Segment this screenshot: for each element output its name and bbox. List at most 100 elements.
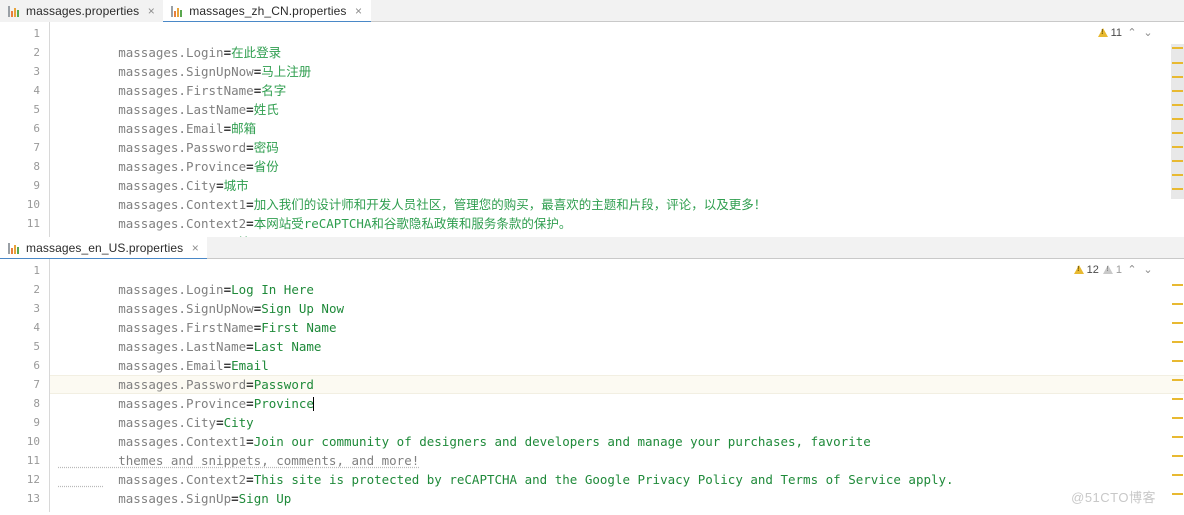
chevron-up-icon[interactable]: ⌃ bbox=[1126, 263, 1138, 276]
code-line[interactable]: massages.Login=Log In Here bbox=[58, 261, 314, 297]
code-line[interactable]: massages.FirstName=名字 bbox=[58, 62, 286, 98]
error-stripe-top[interactable] bbox=[1171, 22, 1184, 237]
code-line-current[interactable]: massages.Province=Province bbox=[58, 375, 314, 411]
line-number: 4 bbox=[33, 84, 40, 97]
warning-marker[interactable] bbox=[1172, 322, 1183, 324]
code-line[interactable]: massages.Email=邮箱 bbox=[58, 100, 256, 136]
code-line[interactable]: massages.SignUp=Sign Up bbox=[58, 470, 291, 506]
warning-marker[interactable] bbox=[1172, 160, 1183, 162]
warning-marker[interactable] bbox=[1172, 284, 1183, 286]
warning-marker[interactable] bbox=[1172, 118, 1183, 120]
code-line[interactable]: massages.Login=在此登录 bbox=[58, 24, 281, 60]
chevron-down-icon[interactable]: ⌄ bbox=[1142, 26, 1154, 39]
line-number: 5 bbox=[33, 340, 40, 353]
editor-pane-en-us[interactable]: 1 2 3 4 5 6 7 8 9 10 11 12 13 massages.L… bbox=[0, 259, 1184, 512]
line-number: 1 bbox=[33, 264, 40, 277]
warning-marker[interactable] bbox=[1172, 104, 1183, 106]
close-icon[interactable]: × bbox=[146, 5, 156, 17]
code-line[interactable]: massages.Email=Email bbox=[58, 337, 269, 373]
warning-marker[interactable] bbox=[1172, 303, 1183, 305]
code-line[interactable]: massages.LastName=Last Name bbox=[58, 318, 321, 354]
warning-count: 11 bbox=[1110, 26, 1122, 39]
code-line[interactable] bbox=[58, 489, 118, 508]
warning-marker[interactable] bbox=[1172, 455, 1183, 457]
error-stripe-bottom[interactable] bbox=[1171, 259, 1184, 512]
code-line[interactable]: massages.SignUpNow=Sign Up Now bbox=[58, 280, 344, 316]
warning-marker[interactable] bbox=[1172, 379, 1183, 381]
warning-marker[interactable] bbox=[1172, 341, 1183, 343]
warning-marker[interactable] bbox=[1172, 417, 1183, 419]
warning-marker[interactable] bbox=[1172, 436, 1183, 438]
code-line[interactable]: massages.SignUp=注册 bbox=[58, 214, 263, 237]
code-line[interactable]: massages.City=City bbox=[58, 394, 253, 430]
properties-file-icon bbox=[8, 242, 21, 255]
line-number: 3 bbox=[33, 302, 40, 315]
line-number-gutter-top: 1 2 3 4 5 6 7 8 9 10 11 bbox=[0, 22, 50, 237]
chevron-up-icon[interactable]: ⌃ bbox=[1126, 26, 1138, 39]
warning-marker[interactable] bbox=[1172, 174, 1183, 176]
code-line[interactable]: massages.Province=省份 bbox=[58, 138, 278, 174]
code-line[interactable]: massages.Context1=Join our community of … bbox=[58, 413, 871, 449]
code-line[interactable]: massages.Context2=本网站受reCAPTCHA和谷歌隐私政策和服… bbox=[58, 195, 571, 231]
code-line[interactable]: massages.Context2=This site is protected… bbox=[58, 451, 953, 487]
tab-label: massages.properties bbox=[26, 4, 140, 18]
property-value: 本网站受reCAPTCHA和谷歌隐私政策和服务条款的保护。 bbox=[253, 216, 572, 231]
property-value: 姓氏 bbox=[253, 102, 279, 117]
warning-group[interactable]: 12 bbox=[1073, 263, 1099, 276]
tab-label: massages_en_US.properties bbox=[26, 241, 184, 255]
warning-marker[interactable] bbox=[1172, 474, 1183, 476]
code-line[interactable]: massages.LastName=姓氏 bbox=[58, 81, 278, 117]
code-line[interactable]: massages.Context1=加入我们的设计师和开发人员社区，管理您的购买… bbox=[58, 176, 766, 212]
line-number: 2 bbox=[33, 46, 40, 59]
properties-file-icon bbox=[8, 5, 21, 18]
code-line[interactable]: massages.City=城市 bbox=[58, 157, 248, 193]
code-area-top[interactable]: massages.Login=在此登录 massages.SignUpNow=马… bbox=[51, 22, 1184, 237]
line-number: 3 bbox=[33, 65, 40, 78]
equals-sign: = bbox=[231, 491, 239, 506]
ide-editor-window: massages.properties × massages_zh_CN.pro… bbox=[0, 0, 1184, 515]
line-number: 8 bbox=[33, 160, 40, 173]
line-number: 13 bbox=[26, 492, 40, 505]
property-value: 省份 bbox=[253, 159, 279, 174]
code-line[interactable]: massages.Password=密码 bbox=[58, 119, 278, 155]
weak-warning-count: 1 bbox=[1115, 263, 1122, 276]
code-line[interactable]: massages.SignUpNow=马上注册 bbox=[58, 43, 311, 79]
line-number: 6 bbox=[33, 359, 40, 372]
property-key: massages.SignUp bbox=[118, 491, 232, 506]
warning-marker[interactable] bbox=[1172, 90, 1183, 92]
warning-marker[interactable] bbox=[1172, 146, 1183, 148]
warning-triangle-icon bbox=[1073, 265, 1084, 274]
line-number: 5 bbox=[33, 103, 40, 116]
inspection-widget-top: 11 ⌃ ⌄ bbox=[1097, 26, 1154, 39]
close-icon[interactable]: × bbox=[190, 242, 200, 254]
watermark: @51CTO博客 bbox=[1071, 490, 1156, 505]
tab-massages-properties[interactable]: massages.properties × bbox=[0, 0, 164, 22]
editor-pane-zh-cn[interactable]: 1 2 3 4 5 6 7 8 9 10 11 massages.Login=在… bbox=[0, 22, 1184, 237]
warning-marker[interactable] bbox=[1172, 47, 1183, 49]
tab-massages-zh-cn-properties[interactable]: massages_zh_CN.properties × bbox=[163, 0, 371, 23]
code-line[interactable]: massages.FirstName=First Name bbox=[58, 299, 336, 335]
warning-marker[interactable] bbox=[1172, 188, 1183, 190]
inspection-widget-bottom: 12 1 ⌃ ⌄ bbox=[1073, 263, 1154, 276]
warning-marker[interactable] bbox=[1172, 62, 1183, 64]
chevron-down-icon[interactable]: ⌄ bbox=[1142, 263, 1154, 276]
warning-marker[interactable] bbox=[1172, 493, 1183, 495]
tab-massages-en-us-properties[interactable]: massages_en_US.properties × bbox=[0, 237, 208, 260]
close-icon[interactable]: × bbox=[354, 5, 364, 17]
warning-marker[interactable] bbox=[1172, 76, 1183, 78]
warning-count: 12 bbox=[1086, 263, 1099, 276]
warning-group[interactable]: 11 bbox=[1097, 26, 1122, 39]
weak-warning-group[interactable]: 1 bbox=[1102, 263, 1122, 276]
warning-marker[interactable] bbox=[1172, 398, 1183, 400]
line-number: 10 bbox=[26, 198, 40, 211]
code-area-bottom[interactable]: massages.Login=Log In Here massages.Sign… bbox=[51, 259, 1184, 512]
tab-label: massages_zh_CN.properties bbox=[189, 4, 347, 18]
code-line-continuation[interactable]: themes and snippets, comments, and more! bbox=[58, 432, 419, 468]
warning-marker[interactable] bbox=[1172, 132, 1183, 134]
warning-marker[interactable] bbox=[1172, 360, 1183, 362]
line-number-gutter-bottom: 1 2 3 4 5 6 7 8 9 10 11 12 13 bbox=[0, 259, 50, 512]
text-caret bbox=[312, 397, 314, 411]
weak-warning-triangle-icon bbox=[1102, 265, 1113, 274]
property-value: Province bbox=[253, 396, 314, 411]
code-line[interactable]: massages.Password=Password bbox=[58, 356, 314, 392]
